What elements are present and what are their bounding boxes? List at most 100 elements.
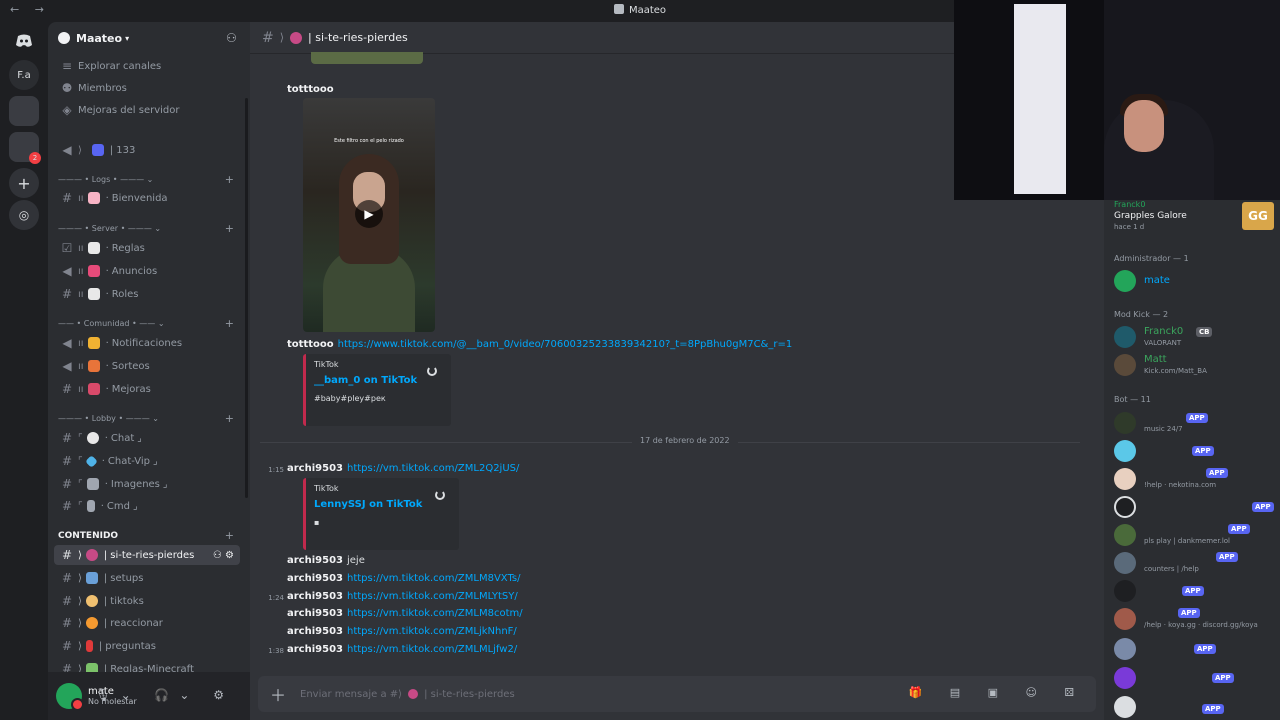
boosts-link[interactable]: ◈ Mejoras del servidor [54, 100, 240, 120]
channel-chat-vip[interactable]: # ⌜ · Chat-Vip ⌟ [54, 451, 240, 471]
avatar [1114, 496, 1136, 518]
channel-settings-icons[interactable]: ⚇ ⚙ [213, 550, 234, 561]
channel-roles[interactable]: # ıı · Roles [54, 284, 240, 304]
voice-channel[interactable]: ◀ ⟩ | 133 [54, 140, 240, 160]
channel-imagenes[interactable]: # ⌜ · Imagenes ⌟ [54, 474, 240, 494]
avatar [1114, 354, 1136, 376]
add-channel-icon[interactable]: + [225, 222, 234, 235]
play-icon[interactable]: ▶ [355, 200, 383, 228]
bot-row[interactable]: APP counters | /help [1114, 550, 1276, 576]
message-link[interactable]: https://vm.tiktok.com/ZMLM8VXTs/ [347, 573, 521, 584]
message-link[interactable]: https://vm.tiktok.com/ZML2Q2jUS/ [347, 463, 519, 474]
channel-scrollbar[interactable] [245, 98, 248, 498]
message-author[interactable]: archi9503 [287, 626, 343, 637]
channel-sorteos[interactable]: ◀ ıı · Sorteos [54, 356, 240, 376]
message-author[interactable]: archi9503 [287, 573, 343, 584]
app-badge: APP [1216, 552, 1238, 562]
embed-provider: TikTok [314, 360, 339, 369]
member-row[interactable]: Franck0 CB VALORANT [1114, 324, 1276, 350]
message-author[interactable]: archi9503 [287, 644, 343, 655]
message-author[interactable]: archi9503 [287, 608, 343, 619]
category-logs[interactable]: ——— • Logs • ——— ⌄ + [58, 173, 240, 186]
message: totttooo [287, 84, 338, 95]
bot-row[interactable]: APP !help · nekotina.com [1114, 466, 1276, 492]
members-link[interactable]: ⚉ Miembros [54, 78, 240, 98]
avatar[interactable] [56, 683, 84, 711]
channel-chat[interactable]: # ⌜ · Chat ⌟ [54, 428, 240, 448]
attach-icon[interactable]: ＋ [270, 682, 286, 706]
bot-row[interactable]: APP [1114, 578, 1276, 604]
channel-preguntas[interactable]: # ⟩ | preguntas [54, 636, 240, 656]
message-author[interactable]: archi9503 [287, 591, 343, 602]
video-attachment[interactable]: Este filtro con el pelo rizado ▶ [303, 98, 435, 332]
monkey-emoji [85, 595, 98, 607]
explore-channels-link[interactable]: ≡ Explorar canales [54, 56, 240, 76]
link-embed: TikTok __bam_0 on TikTok #baby#pley#рек [303, 354, 451, 426]
bot-row[interactable]: APP music 24/7 [1114, 410, 1276, 436]
hash-icon: # [262, 29, 274, 46]
add-channel-icon[interactable]: + [225, 529, 234, 542]
group-admin: Administrador — 1 [1114, 254, 1189, 263]
message-text: jeje [347, 555, 365, 566]
avatar [1114, 440, 1136, 462]
channel-notificaciones[interactable]: ◀ ıı · Notificaciones [54, 333, 240, 353]
channel-reaccionar[interactable]: # ⟩ | reaccionar [54, 613, 240, 633]
previous-image[interactable] [311, 52, 423, 64]
message: archi9503 https://vm.tiktok.com/ZMLM8VXTs… [287, 573, 521, 584]
bot-row[interactable]: APP [1114, 494, 1276, 520]
category-server[interactable]: ——— • Server • ——— ⌄ + [58, 222, 240, 235]
member-status: counters | /help [1144, 565, 1199, 573]
message: archi9503 jeje [287, 555, 365, 566]
bot-row[interactable]: APP [1114, 665, 1276, 691]
channel-cmd[interactable]: # ⌜ · Cmd ⌟ [54, 496, 240, 516]
add-server-icon[interactable]: + [9, 168, 39, 198]
server-header[interactable]: Maateo ▾ ⚇ [48, 22, 250, 54]
add-channel-icon[interactable]: + [225, 412, 234, 425]
avatar [1114, 580, 1136, 602]
message-input[interactable]: ＋ Enviar mensaje a #⟩ | si-te-ries-pierd… [258, 676, 1096, 712]
member-row[interactable]: Matt Kick.com/Matt_BA [1114, 352, 1276, 378]
member-row[interactable]: mate [1114, 268, 1276, 294]
channel-si-te-ries-pierdes[interactable]: # ⟩ | si-te-ries-pierdes ⚇ ⚙ [54, 545, 240, 565]
server-fa[interactable]: F.a [9, 60, 39, 90]
app-badge: APP [1202, 704, 1224, 714]
message-link[interactable]: https://vm.tiktok.com/ZMLM8cotm/ [347, 608, 523, 619]
channel-bienvenida[interactable]: # ıı · Bienvenida [54, 188, 240, 208]
embed-title[interactable]: __bam_0 on TikTok [314, 375, 443, 386]
add-member-icon[interactable]: ⚇ [226, 31, 240, 45]
message-author[interactable]: archi9503 [287, 463, 343, 474]
add-channel-icon[interactable]: + [225, 317, 234, 330]
category-comunidad[interactable]: —— • Comunidad • —— ⌄ + [58, 317, 240, 330]
activity-card[interactable]: Franck0 Grapples Galore hace 1 d GG [1114, 200, 1274, 231]
channel-setups[interactable]: # ⟩ | setups [54, 568, 240, 588]
composer-tools[interactable]: 🎁 ▤ ▣ ☺ ⚄ [909, 686, 1087, 699]
page-emoji [87, 242, 100, 254]
bot-row[interactable]: APP [1114, 438, 1276, 464]
message-link[interactable]: https://www.tiktok.com/@__bam_0/video/70… [338, 339, 793, 350]
message-author[interactable]: totttooo [287, 339, 334, 350]
bot-row[interactable]: APP [1114, 636, 1276, 662]
server-folder-1[interactable] [9, 96, 39, 126]
message-link[interactable]: https://vm.tiktok.com/ZMLjkNhnF/ [347, 626, 517, 637]
discord-home-icon[interactable] [9, 26, 39, 56]
message-author[interactable]: archi9503 [287, 555, 343, 566]
add-channel-icon[interactable]: + [225, 173, 234, 186]
message-link[interactable]: https://vm.tiktok.com/ZMLMLYtSY/ [347, 591, 518, 602]
boost-icon: ◈ [62, 103, 72, 117]
channel-tiktoks[interactable]: # ⟩ | tiktoks [54, 591, 240, 611]
message-link[interactable]: https://vm.tiktok.com/ZMLMLjfw2/ [347, 644, 517, 655]
explore-icon[interactable]: ◎ [9, 200, 39, 230]
voice-controls[interactable]: 🎙⌄ 🎧⌄ ⚙ [95, 688, 234, 702]
embed-title[interactable]: LennySSJ on TikTok [314, 499, 451, 510]
bot-row[interactable]: APP [1114, 694, 1276, 720]
message-author[interactable]: totttooo [287, 84, 334, 95]
server-folder-2[interactable]: 2 [9, 132, 41, 164]
category-contenido[interactable]: CONTENIDO + [58, 529, 240, 542]
category-lobby[interactable]: ——— • Lobby • ——— ⌄ + [58, 412, 240, 425]
bot-row[interactable]: APP pls play | dankmemer.lol [1114, 522, 1276, 548]
bot-row[interactable]: APP/help · koya.gg · discord.gg/koya [1114, 606, 1276, 632]
channel-reglas[interactable]: ☑ ıı · Reglas [54, 238, 240, 258]
channel-anuncios[interactable]: ◀ ıı · Anuncios [54, 261, 240, 281]
webcam-person [1124, 100, 1164, 152]
channel-mejoras[interactable]: # ıı · Mejoras [54, 379, 240, 399]
